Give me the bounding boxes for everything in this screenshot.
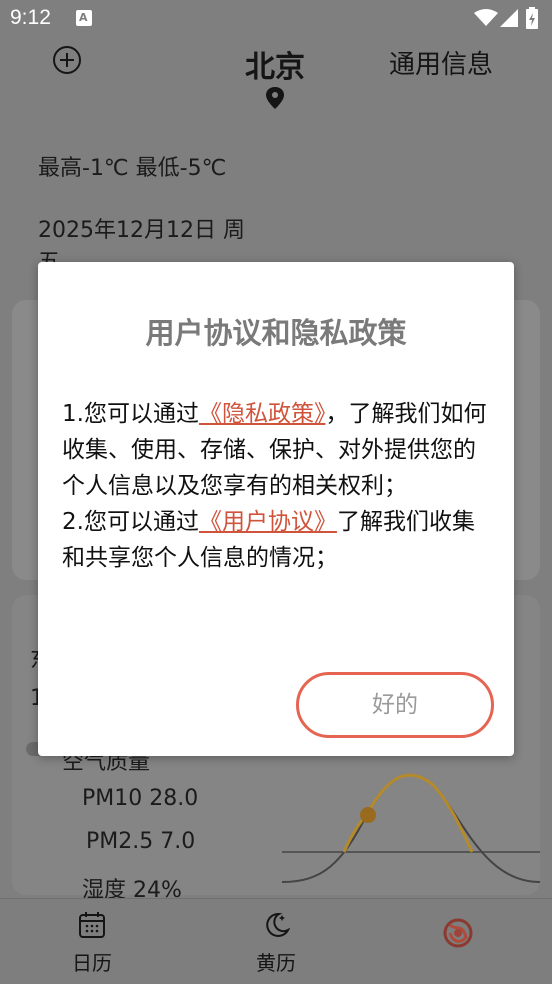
add-city-icon[interactable] [53,46,81,74]
wifi-icon [474,9,498,26]
calendar-icon [79,912,105,938]
temperature-range: 最高-1℃ 最低-5℃ [38,156,227,181]
sun-path-curve [282,774,540,883]
paragraph-1-prefix: 1.您可以通过 [62,401,199,427]
moon-icon [266,912,291,937]
paragraph-2-prefix: 2.您可以通过 [62,509,199,535]
general-info-link[interactable]: 通用信息 [389,44,493,81]
date-text: 2025年12月12日 周 [38,218,245,243]
nav-almanac[interactable]: 黄历 [236,911,316,976]
sun-path-chart [282,773,540,883]
status-bar: 9:12 A [0,0,552,36]
battery-icon [526,7,538,29]
status-time: 9:12 [10,6,51,29]
nav-calendar[interactable]: 日历 [52,911,132,976]
privacy-dialog: 用户协议和隐私政策 1.您可以通过《隐私政策》，了解我们如何收集、使用、存储、保… [38,262,514,756]
notification-icon: A [76,10,92,26]
bottom-navigation: 日历 黄历 [0,898,552,984]
nav-calendar-label: 日历 [72,951,112,975]
pm10-value: PM10 28.0 [82,786,199,811]
nav-almanac-label: 黄历 [256,951,296,975]
dialog-title: 用户协议和隐私政策 [145,316,407,350]
notification-letter: A [79,11,88,24]
dialog-body: 1.您可以通过《隐私政策》，了解我们如何收集、使用、存储、保护、对外提供您的个人… [62,396,492,576]
weather-logo-icon [443,918,473,948]
user-agreement-link[interactable]: 《用户协议》 [199,509,337,535]
city-name[interactable]: 北京 [245,42,305,86]
ok-button[interactable]: 好的 [296,672,494,738]
pm25-value: PM2.5 7.0 [86,829,196,854]
location-pin-icon [266,87,284,109]
sun-marker [360,807,376,823]
nav-weather[interactable] [418,911,498,959]
privacy-policy-link[interactable]: 《隐私政策》 [199,401,326,427]
signal-icon [500,9,518,27]
